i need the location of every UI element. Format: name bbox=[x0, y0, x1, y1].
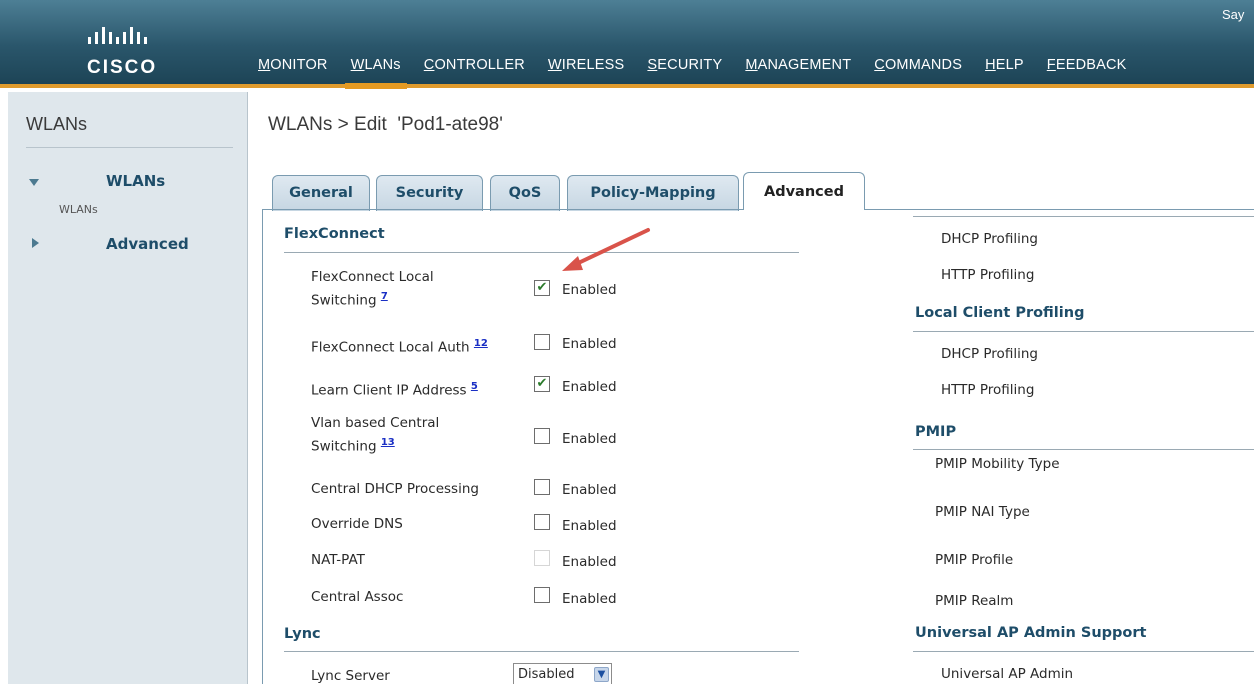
local-client-profiling-title: Local Client Profiling bbox=[915, 305, 1085, 321]
cisco-brand-text: CISCO bbox=[87, 57, 158, 78]
lync-server-label: Lync Server bbox=[311, 668, 390, 684]
sidebar-subitem-wlans[interactable]: WLANs bbox=[59, 203, 98, 216]
nat-pat-label: NAT-PAT bbox=[311, 552, 365, 568]
central-dhcp-label: Central DHCP Processing bbox=[311, 481, 479, 497]
enabled-label: Enabled bbox=[562, 518, 617, 534]
section-divider bbox=[284, 651, 799, 652]
dhcp-profiling-label: DHCP Profiling bbox=[941, 231, 1038, 247]
flexconnect-local-auth-label: FlexConnect Local Auth 12 bbox=[311, 338, 488, 356]
central-dhcp-checkbox[interactable] bbox=[534, 479, 550, 495]
main-nav: MONITOR WLANs CONTROLLER WIRELESS SECURI… bbox=[258, 57, 1150, 89]
nav-help[interactable]: HELP bbox=[985, 57, 1024, 73]
enabled-label: Enabled bbox=[562, 482, 617, 498]
section-divider bbox=[913, 216, 1254, 217]
enabled-label: Enabled bbox=[562, 431, 617, 447]
lync-section-title: Lync bbox=[284, 626, 321, 642]
pmip-section-title: PMIP bbox=[915, 424, 957, 440]
section-divider bbox=[913, 331, 1254, 332]
nav-commands[interactable]: COMMANDS bbox=[874, 57, 962, 73]
nav-management[interactable]: MANAGEMENT bbox=[745, 57, 851, 73]
enabled-label: Enabled bbox=[562, 336, 617, 352]
flexconnect-local-switching-label: FlexConnect Local Switching 7 bbox=[311, 269, 434, 309]
nav-feedback[interactable]: FEEDBACK bbox=[1047, 57, 1127, 73]
help-link-icon[interactable]: 12 bbox=[474, 338, 488, 349]
flexconnect-section-title: FlexConnect bbox=[284, 226, 385, 242]
enabled-label: Enabled bbox=[562, 379, 617, 395]
nat-pat-checkbox bbox=[534, 550, 550, 566]
pmip-realm-label: PMIP Realm bbox=[935, 593, 1014, 609]
universal-ap-title: Universal AP Admin Support bbox=[915, 625, 1147, 641]
expand-right-icon[interactable] bbox=[32, 238, 39, 248]
local-http-profiling-label: HTTP Profiling bbox=[941, 382, 1035, 398]
top-right-user-link[interactable]: Say bbox=[1222, 7, 1244, 22]
central-assoc-label: Central Assoc bbox=[311, 589, 404, 605]
pmip-profile-label: PMIP Profile bbox=[935, 552, 1014, 568]
top-banner: CISCO Say MONITOR WLANs CONTROLLER WIREL… bbox=[0, 0, 1254, 89]
central-assoc-checkbox[interactable] bbox=[534, 587, 550, 603]
universal-ap-admin-label: Universal AP Admin bbox=[941, 666, 1074, 682]
override-dns-label: Override DNS bbox=[311, 516, 403, 532]
nav-wlans[interactable]: WLANs bbox=[344, 57, 407, 89]
sidebar-divider bbox=[26, 147, 233, 148]
tab-qos[interactable]: QoS bbox=[490, 175, 560, 211]
section-divider bbox=[913, 651, 1254, 652]
expand-down-icon[interactable] bbox=[29, 179, 39, 186]
local-dhcp-profiling-label: DHCP Profiling bbox=[941, 346, 1038, 362]
section-divider bbox=[913, 449, 1254, 450]
enabled-label: Enabled bbox=[562, 282, 617, 298]
help-link-icon[interactable]: 13 bbox=[381, 437, 395, 448]
vlan-central-switching-label: Vlan based Central Switching 13 bbox=[311, 415, 440, 455]
nav-security[interactable]: SECURITY bbox=[647, 57, 722, 73]
sidebar-title: WLANs bbox=[26, 114, 88, 134]
enabled-label: Enabled bbox=[562, 554, 617, 570]
page-title: WLANs > Edit 'Pod1-ate98' bbox=[268, 114, 503, 135]
learn-client-ip-label: Learn Client IP Address 5 bbox=[311, 381, 478, 399]
pmip-mobility-type-label: PMIP Mobility Type bbox=[935, 456, 1060, 472]
help-link-icon[interactable]: 7 bbox=[381, 291, 388, 302]
tab-security[interactable]: Security bbox=[376, 175, 483, 211]
section-divider bbox=[284, 252, 799, 253]
override-dns-checkbox[interactable] bbox=[534, 514, 550, 530]
panel-border bbox=[262, 209, 263, 684]
pmip-nai-type-label: PMIP NAI Type bbox=[935, 504, 1030, 520]
tab-advanced[interactable]: Advanced bbox=[743, 172, 865, 210]
annotation-arrow-icon bbox=[562, 228, 650, 271]
sidebar-item-wlans[interactable]: WLANs bbox=[106, 172, 165, 190]
nav-controller[interactable]: CONTROLLER bbox=[424, 57, 525, 73]
flexconnect-local-auth-checkbox[interactable] bbox=[534, 334, 550, 350]
tab-general[interactable]: General bbox=[272, 175, 370, 211]
vlan-central-switching-checkbox[interactable] bbox=[534, 428, 550, 444]
http-profiling-label: HTTP Profiling bbox=[941, 267, 1035, 283]
enabled-label: Enabled bbox=[562, 591, 617, 607]
chevron-down-icon: ▼ bbox=[594, 667, 609, 682]
nav-monitor[interactable]: MONITOR bbox=[258, 57, 328, 73]
cisco-logo-icon bbox=[88, 27, 147, 44]
tab-policy-mapping[interactable]: Policy-Mapping bbox=[567, 175, 739, 211]
sidebar: WLANs WLANs WLANs Advanced bbox=[8, 92, 248, 684]
flexconnect-local-switching-checkbox[interactable]: ✔ bbox=[534, 280, 550, 296]
lync-server-select[interactable]: Disabled ▼ bbox=[513, 663, 612, 684]
lync-server-value: Disabled bbox=[518, 667, 575, 682]
sidebar-item-advanced[interactable]: Advanced bbox=[106, 235, 189, 253]
nav-wireless[interactable]: WIRELESS bbox=[548, 57, 625, 73]
learn-client-ip-checkbox[interactable]: ✔ bbox=[534, 376, 550, 392]
help-link-icon[interactable]: 5 bbox=[471, 381, 478, 392]
